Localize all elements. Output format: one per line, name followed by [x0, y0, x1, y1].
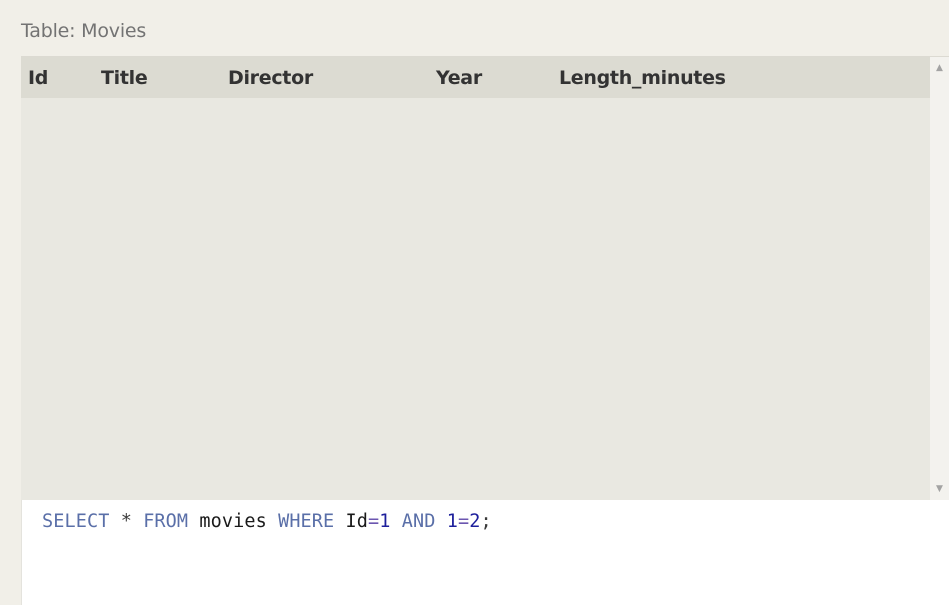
table-label: Table: Movies	[21, 20, 147, 42]
sql-identifier: movies	[199, 511, 267, 532]
sql-query-line[interactable]: SELECT * FROM movies WHERE Id=1 AND 1=2;	[42, 511, 492, 532]
sql-keyword: SELECT	[42, 511, 110, 532]
scroll-down-arrow-icon[interactable]: ▼	[930, 480, 949, 498]
sql-keyword: FROM	[143, 511, 189, 532]
sql-space	[188, 511, 199, 532]
sql-space	[435, 511, 446, 532]
column-header-title[interactable]: Title	[101, 57, 148, 98]
sql-number: 1	[379, 511, 391, 532]
results-grid[interactable]: Id Title Director Year Length_minutes	[21, 57, 930, 500]
sql-number: 1	[446, 511, 458, 532]
sql-keyword: AND	[401, 511, 436, 532]
header-row: Id Title Director Year Length_minutes	[21, 57, 930, 98]
sql-number: 2	[469, 511, 481, 532]
column-header-director[interactable]: Director	[228, 57, 313, 98]
sql-identifier: Id	[345, 511, 369, 532]
results-panel: Id Title Director Year Length_minutes ▲ …	[21, 56, 949, 500]
sql-operator: =	[457, 511, 470, 532]
sql-space	[109, 511, 120, 532]
sql-operator: ;	[480, 511, 492, 532]
page: Table: Movies Id Title Director Year Len…	[0, 0, 949, 605]
column-header-length-minutes[interactable]: Length_minutes	[559, 57, 726, 98]
column-header-year[interactable]: Year	[436, 57, 482, 98]
vertical-scrollbar[interactable]: ▲ ▼	[930, 57, 949, 500]
sql-keyword: WHERE	[278, 511, 335, 532]
sql-space	[132, 511, 143, 532]
scroll-up-arrow-icon[interactable]: ▲	[930, 59, 949, 77]
sql-operator: *	[120, 511, 132, 532]
sql-space	[334, 511, 345, 532]
sql-operator: =	[368, 511, 380, 532]
column-header-id[interactable]: Id	[28, 57, 48, 98]
sql-editor[interactable]: SELECT * FROM movies WHERE Id=1 AND 1=2;	[21, 500, 949, 605]
sql-space	[267, 511, 278, 532]
sql-space	[391, 511, 402, 532]
